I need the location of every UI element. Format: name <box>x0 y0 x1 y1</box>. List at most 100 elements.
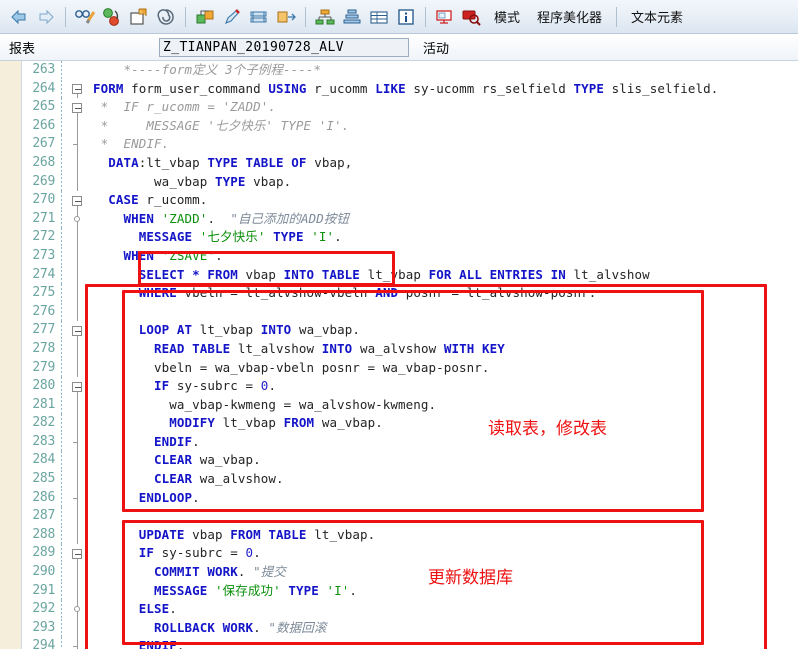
fold-marker[interactable] <box>63 265 93 285</box>
menu-text-elements[interactable]: 文本元素 <box>623 5 691 28</box>
code-line[interactable]: 265 * IF r_ucomm = 'ZADD'. <box>22 98 798 117</box>
fold-marker[interactable] <box>63 153 93 173</box>
code-token: vbap. <box>245 173 292 189</box>
code-token: TYPE <box>573 80 604 96</box>
code-line[interactable]: 293 ROLLBACK WORK. "数据回滚 <box>22 618 798 638</box>
fold-marker[interactable] <box>63 507 93 526</box>
code-canvas[interactable]: 263 *----form定义 3个子例程----* 264 FORM form_u… <box>22 61 798 649</box>
code-line[interactable]: 279 vbeln = wa_vbap-vbeln posnr = wa_vba… <box>22 358 798 378</box>
pattern-icon[interactable] <box>192 4 218 30</box>
code-line[interactable]: 266 * MESSAGE '七夕快乐' TYPE 'I'. <box>22 116 798 136</box>
code-line[interactable]: 281 wa_vbap-kwmeng = wa_alvshow-kwmeng. <box>22 395 798 415</box>
fold-marker[interactable] <box>63 228 93 247</box>
code-line[interactable]: 285 CLEAR wa_alvshow. <box>22 470 798 489</box>
back-arrow-icon[interactable] <box>6 4 32 30</box>
fold-marker[interactable] <box>63 135 93 154</box>
code-token: form_user_command <box>123 80 269 96</box>
code-line[interactable]: 278 READ TABLE lt_alvshow INTO wa_alvsho… <box>22 339 798 359</box>
fold-marker[interactable] <box>63 544 93 564</box>
fold-marker[interactable] <box>63 61 93 80</box>
fold-marker[interactable] <box>63 581 93 601</box>
code-line[interactable]: 287 <box>22 507 798 526</box>
code-line[interactable]: 273 WHEN 'ZSAVE'. <box>22 246 798 266</box>
menu-pretty-printer[interactable]: 程序美化器 <box>529 5 610 28</box>
fold-marker[interactable] <box>63 618 93 638</box>
code-line[interactable]: 263 *----form定义 3个子例程----* <box>22 61 798 80</box>
code-text: SELECT * FROM vbap INTO TABLE lt_vbap FO… <box>93 266 798 285</box>
code-line[interactable]: 267 * ENDIF. <box>22 135 798 154</box>
menu-mode[interactable]: 模式 <box>486 5 528 28</box>
layers-icon[interactable] <box>339 4 365 30</box>
fold-marker[interactable] <box>63 488 93 508</box>
code-line[interactable]: 292 ELSE. <box>22 600 798 619</box>
code-text: vbeln = wa_vbap-vbeln posnr = wa_vbap-po… <box>93 359 798 378</box>
fold-marker[interactable] <box>63 451 93 471</box>
status-badge: 活动 <box>423 41 450 57</box>
code-line[interactable]: 268 DATA:lt_vbap TYPE TABLE OF vbap, <box>22 153 798 173</box>
code-token: MESSAGE '七夕快乐' TYPE 'I'. <box>146 117 350 133</box>
table-icon[interactable] <box>366 4 392 30</box>
fold-marker[interactable] <box>63 116 93 136</box>
fold-marker[interactable] <box>63 600 93 619</box>
fold-marker[interactable] <box>63 172 93 192</box>
spiral-icon[interactable] <box>153 4 179 30</box>
fold-marker[interactable] <box>63 339 93 359</box>
fold-marker[interactable] <box>63 98 93 117</box>
info-icon[interactable] <box>393 4 419 30</box>
code-line[interactable]: 276 <box>22 302 798 322</box>
code-line[interactable]: 289 IF sy-subrc = 0. <box>22 544 798 564</box>
fold-marker[interactable] <box>63 302 93 322</box>
fold-marker[interactable] <box>63 191 93 210</box>
fold-marker[interactable] <box>63 377 93 396</box>
code-line[interactable]: 264 FORM form_user_command USING r_ucomm … <box>22 79 798 99</box>
code-line[interactable]: 294 ENDIF. <box>22 637 798 649</box>
code-line[interactable]: 270 CASE r_ucomm. <box>22 191 798 210</box>
line-number: 275 <box>32 285 55 301</box>
code-token: wa_vbap. <box>314 415 383 431</box>
check-syntax-icon[interactable] <box>72 4 98 30</box>
activate-icon[interactable] <box>99 4 125 30</box>
code-line[interactable]: 274 SELECT * FROM vbap INTO TABLE lt_vba… <box>22 265 798 285</box>
code-line[interactable]: 271 WHEN 'ZADD'. "自己添加的ADD按钮 <box>22 209 798 229</box>
fold-marker[interactable] <box>63 284 93 303</box>
monitor-red-icon[interactable] <box>432 4 458 30</box>
fold-marker[interactable] <box>63 432 93 452</box>
fold-marker[interactable] <box>63 209 93 229</box>
fold-marker[interactable] <box>63 358 93 378</box>
fold-marker[interactable] <box>63 637 93 649</box>
code-line[interactable]: 284 CLEAR wa_vbap. <box>22 451 798 471</box>
code-line[interactable]: 282 MODIFY lt_vbap FROM wa_vbap. <box>22 414 798 433</box>
generate-icon[interactable] <box>126 4 152 30</box>
code-token: . <box>176 638 185 649</box>
fold-marker[interactable] <box>63 525 93 545</box>
code-line[interactable]: 269 wa_vbap TYPE vbap. <box>22 172 798 192</box>
code-line[interactable]: 275 WHERE vbeln = lt_alvshow-vbeln AND p… <box>22 284 798 303</box>
fold-marker[interactable] <box>63 80 93 99</box>
code-text: WHERE vbeln = lt_alvshow-vbeln AND posnr… <box>93 284 798 303</box>
fold-marker[interactable] <box>63 395 93 415</box>
box-arrows-icon[interactable] <box>273 4 299 30</box>
code-line[interactable]: 277 LOOP AT lt_vbap INTO wa_vbap. <box>22 321 798 340</box>
stack-icon[interactable] <box>246 4 272 30</box>
magnifier-red-icon[interactable] <box>459 4 485 30</box>
fold-marker[interactable] <box>63 470 93 489</box>
forward-arrow-icon[interactable] <box>33 4 59 30</box>
code-line[interactable]: 272 MESSAGE '七夕快乐' TYPE 'I'. <box>22 228 798 247</box>
code-token: vbeln = lt_alvshow-vbeln <box>176 285 376 301</box>
code-text: LOOP AT lt_vbap INTO wa_vbap. <box>93 321 798 340</box>
fold-marker[interactable] <box>63 246 93 266</box>
code-line[interactable]: 280 IF sy-subrc = 0. <box>22 377 798 396</box>
fold-marker[interactable] <box>63 321 93 340</box>
fold-marker[interactable] <box>63 414 93 433</box>
code-line[interactable]: 291 MESSAGE '保存成功' TYPE 'I'. <box>22 581 798 601</box>
code-line[interactable]: 288 UPDATE vbap FROM TABLE lt_vbap. <box>22 525 798 545</box>
line-number: 294 <box>32 638 55 649</box>
fold-marker[interactable] <box>63 563 93 582</box>
code-line[interactable]: 283 ENDIF. <box>22 432 798 452</box>
pencil-icon[interactable] <box>219 4 245 30</box>
hierarchy-icon[interactable] <box>312 4 338 30</box>
report-name-input[interactable] <box>159 37 409 57</box>
code-line[interactable]: 290 COMMIT WORK. "提交 <box>22 563 798 582</box>
code-line[interactable]: 286 ENDLOOP. <box>22 488 798 508</box>
